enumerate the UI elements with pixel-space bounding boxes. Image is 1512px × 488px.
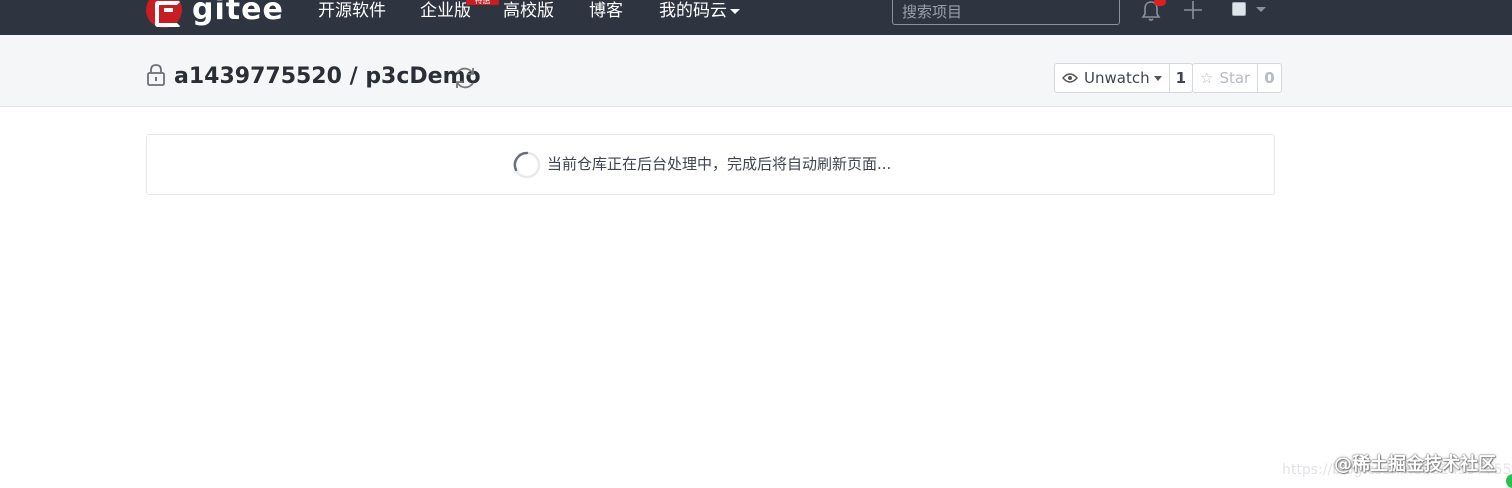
gitee-logo-icon xyxy=(146,0,182,28)
nav-item-blog[interactable]: 博客 xyxy=(589,0,623,22)
lock-icon xyxy=(147,64,165,86)
star-icon: ☆ xyxy=(1200,69,1214,87)
loading-spinner-icon xyxy=(513,151,541,179)
eye-icon xyxy=(1062,73,1078,83)
gitee-logo[interactable]: gitee xyxy=(146,0,284,28)
search-input[interactable] xyxy=(892,0,1120,25)
project-header: a1439775520 / p3cDemo Unwatch 1 ☆ Star 0 xyxy=(0,35,1512,107)
watch-button-group: Unwatch 1 xyxy=(1054,63,1194,93)
star-button-group: ☆ Star 0 xyxy=(1192,63,1282,93)
star-button[interactable]: ☆ Star xyxy=(1193,64,1259,92)
chevron-down-icon xyxy=(730,8,740,14)
project-title[interactable]: a1439775520 / p3cDemo xyxy=(174,63,481,91)
project-owner[interactable]: a1439775520 xyxy=(174,64,342,89)
nav-item-enterprise[interactable]: 企业版 xyxy=(420,0,471,22)
nav-item-my-gitee[interactable]: 我的码云 xyxy=(659,0,740,22)
star-count[interactable]: 0 xyxy=(1258,64,1280,92)
watermark-brand: @稀土掘金技术社区 xyxy=(1334,454,1496,475)
nav-item-open-source[interactable]: 开源软件 xyxy=(318,0,386,22)
nav-item-education[interactable]: 高校版 xyxy=(503,0,554,22)
plus-icon[interactable] xyxy=(1182,0,1204,20)
caret-down-icon[interactable] xyxy=(1256,7,1266,12)
processing-message: 当前仓库正在后台处理中，完成后将自动刷新页面... xyxy=(547,155,892,173)
processing-panel: 当前仓库正在后台处理中，完成后将自动刷新页面... xyxy=(146,134,1275,195)
star-label: Star xyxy=(1219,69,1251,87)
unwatch-button[interactable]: Unwatch xyxy=(1055,64,1170,92)
chevron-down-icon xyxy=(1153,75,1162,81)
unwatch-label: Unwatch xyxy=(1084,69,1150,87)
watch-count[interactable]: 1 xyxy=(1170,64,1192,92)
logo-text: gitee xyxy=(192,0,284,27)
status-dot xyxy=(1506,474,1512,488)
top-navbar: gitee 开源软件 企业版 特惠 高校版 博客 我的码云 xyxy=(0,0,1512,35)
nav-item-my-gitee-label: 我的码云 xyxy=(659,1,727,21)
sync-icon xyxy=(456,67,474,89)
notification-badge xyxy=(1154,0,1166,6)
avatar-icon[interactable] xyxy=(1232,2,1246,16)
promo-badge: 特惠 xyxy=(466,0,499,5)
project-separator: / xyxy=(349,64,358,89)
